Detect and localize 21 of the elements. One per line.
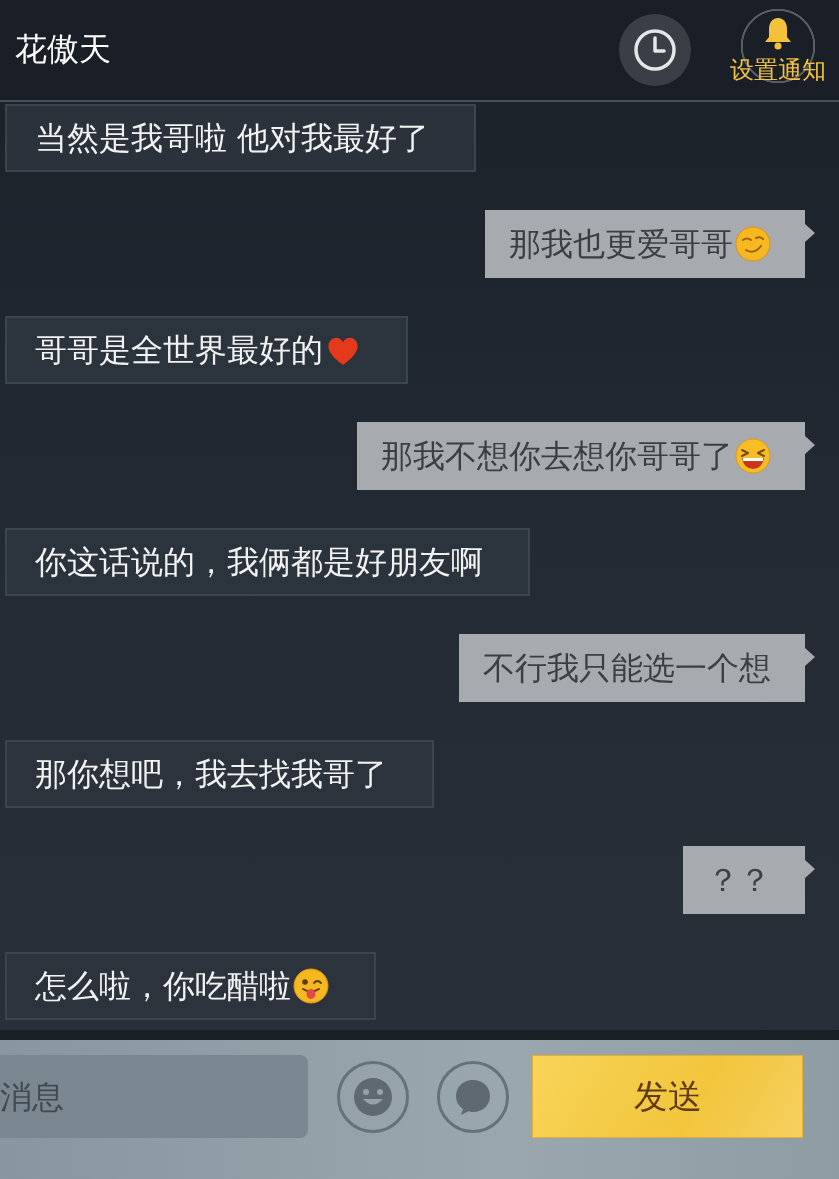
winking-face-icon (293, 968, 329, 1004)
smiley-icon (353, 1077, 393, 1117)
bell-icon (762, 16, 794, 50)
speech-bubble-icon (453, 1077, 493, 1117)
message-text: 不行我只能选一个想 (483, 649, 771, 687)
emoji-button[interactable] (337, 1061, 409, 1133)
laughing-face-icon (735, 438, 771, 474)
message-text: 怎么啦，你吃醋啦 (35, 967, 291, 1005)
smiling-face-icon (735, 226, 771, 262)
message-text: 那我不想你去想你哥哥了 (381, 437, 733, 475)
send-button[interactable]: 发送 (532, 1055, 803, 1138)
chat-title: 花傲天 (15, 29, 112, 70)
chat-button[interactable] (437, 1061, 509, 1133)
message-text: 那你想吧，我去找我哥了 (35, 755, 387, 793)
clock-icon (633, 28, 677, 72)
message-text: 当然是我哥啦 他对我最好了 (35, 119, 430, 157)
message-text: ？？ (707, 861, 771, 899)
message-text: 那我也更爱哥哥 (509, 225, 733, 263)
message-text: 哥哥是全世界最好的 (35, 331, 323, 369)
message-text: 你这话说的，我俩都是好朋友啊 (35, 543, 483, 581)
message-input[interactable]: 消息 (0, 1055, 308, 1138)
